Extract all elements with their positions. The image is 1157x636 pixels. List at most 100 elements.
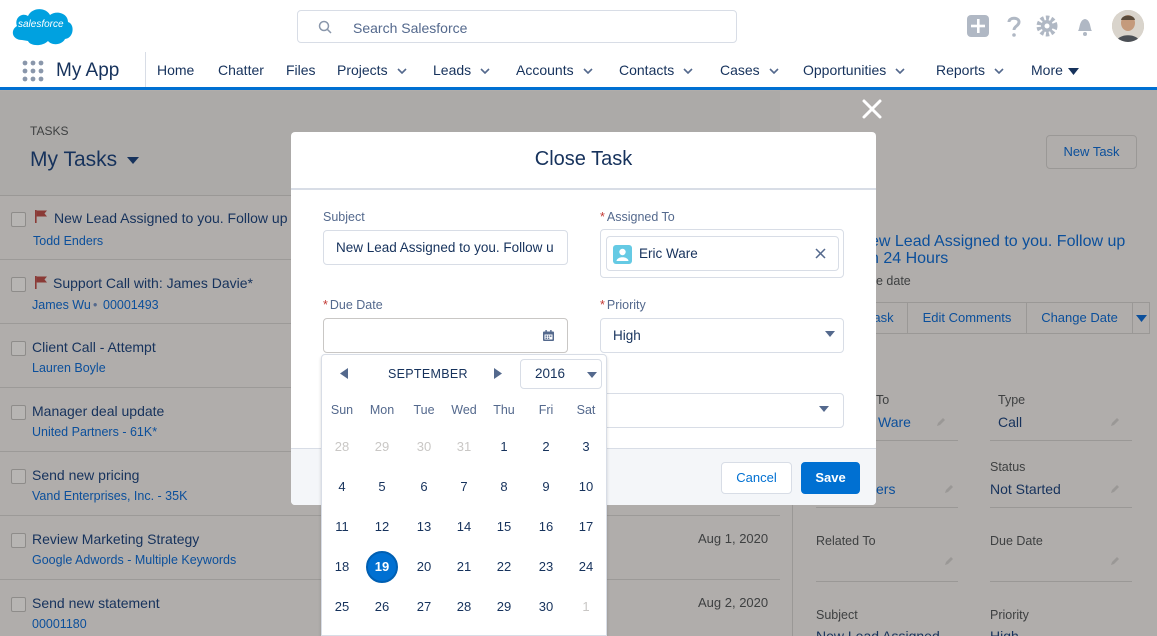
salesforce-logo[interactable]: salesforce — [8, 4, 76, 48]
task-checkbox[interactable] — [11, 597, 26, 612]
task-checkbox[interactable] — [11, 405, 26, 420]
calendar-day[interactable]: 28 — [444, 590, 484, 624]
calendar-day[interactable]: 29 — [484, 590, 524, 624]
calendar-day[interactable]: 29 — [362, 430, 402, 464]
task-related-link[interactable]: Vand Enterprises, Inc. - 35K — [32, 489, 187, 503]
previous-month-icon[interactable] — [340, 368, 348, 379]
task-checkbox[interactable] — [11, 341, 26, 356]
calendar-day[interactable]: 1 — [566, 590, 606, 624]
nav-item-cases[interactable]: Cases — [720, 62, 779, 78]
calendar-day[interactable]: 31 — [444, 430, 484, 464]
assigned-to-lookup[interactable]: Eric Ware — [600, 229, 844, 278]
nav-item-files[interactable]: Files — [286, 62, 316, 78]
calendar-day[interactable]: 2 — [526, 430, 566, 464]
calendar-day[interactable]: 6 — [404, 470, 444, 504]
calendar-day[interactable]: 5 — [362, 470, 402, 504]
nav-item-opportunities[interactable]: Opportunities — [803, 62, 905, 78]
calendar-day[interactable]: 26 — [362, 590, 402, 624]
chevron-down-icon[interactable] — [397, 68, 407, 75]
add-icon[interactable] — [966, 14, 990, 38]
setup-gear-icon[interactable] — [1035, 14, 1059, 38]
help-icon[interactable] — [1002, 14, 1026, 38]
calendar-day[interactable]: 11 — [322, 510, 362, 544]
task-related-link[interactable]: James Wu — [32, 298, 91, 312]
nav-item-home[interactable]: Home — [157, 62, 194, 78]
chevron-down-icon[interactable] — [994, 68, 1004, 75]
task-title[interactable]: Support Call with: James Davie* — [53, 275, 253, 291]
task-title[interactable]: Client Call - Attempt — [32, 339, 156, 355]
global-search-input[interactable]: Search Salesforce — [297, 10, 737, 43]
task-related-link[interactable]: United Partners - 61K* — [32, 425, 157, 439]
calendar-day[interactable]: 24 — [566, 550, 606, 584]
nav-item-leads[interactable]: Leads — [433, 62, 490, 78]
new-task-button[interactable]: New Task — [1046, 135, 1137, 169]
calendar-day[interactable]: 25 — [322, 590, 362, 624]
nav-item-accounts[interactable]: Accounts — [516, 62, 593, 78]
task-title[interactable]: Manager deal update — [32, 403, 164, 419]
calendar-day[interactable]: 16 — [526, 510, 566, 544]
task-related-link[interactable]: Google Adwords - Multiple Keywords — [32, 553, 236, 567]
notifications-bell-icon[interactable] — [1073, 14, 1097, 38]
chevron-down-icon[interactable] — [583, 68, 593, 75]
calendar-day[interactable]: 22 — [484, 550, 524, 584]
status-select[interactable] — [600, 393, 844, 428]
edit-pencil-icon[interactable] — [1110, 556, 1120, 566]
calendar-day[interactable]: 15 — [484, 510, 524, 544]
chevron-down-icon[interactable] — [895, 68, 905, 75]
nav-item-projects[interactable]: Projects — [337, 62, 407, 78]
task-checkbox[interactable] — [11, 533, 26, 548]
task-related-link[interactable]: 00001180 — [32, 617, 87, 631]
edit-pencil-icon[interactable] — [944, 484, 954, 494]
edit-comments-button[interactable]: Edit Comments — [907, 302, 1027, 334]
detail-assigned-value[interactable]: Ware — [878, 414, 911, 430]
chevron-down-icon[interactable] — [769, 68, 779, 75]
calendar-day[interactable]: 14 — [444, 510, 484, 544]
close-icon[interactable] — [860, 97, 884, 121]
task-title[interactable]: Review Marketing Strategy — [32, 531, 199, 547]
task-case-link[interactable]: 00001493 — [103, 298, 159, 312]
detail-name-value[interactable]: ers — [876, 481, 895, 497]
calendar-day[interactable]: 10 — [566, 470, 606, 504]
calendar-day[interactable]: 7 — [444, 470, 484, 504]
task-checkbox[interactable] — [11, 469, 26, 484]
chevron-down-icon[interactable] — [480, 68, 490, 75]
task-title[interactable]: Send new pricing — [32, 467, 139, 483]
task-title[interactable]: New Lead Assigned to you. Follow up w — [54, 210, 301, 226]
list-view-switcher[interactable]: My Tasks — [30, 148, 140, 172]
user-avatar[interactable] — [1112, 10, 1144, 42]
cancel-button[interactable]: Cancel — [721, 462, 792, 494]
assigned-user-pill[interactable]: Eric Ware — [606, 236, 839, 271]
calendar-day-selected[interactable]: 19 — [362, 550, 402, 584]
change-date-button[interactable]: Change Date — [1026, 302, 1133, 334]
calendar-day[interactable]: 1 — [484, 430, 524, 464]
subject-input[interactable]: New Lead Assigned to you. Follow u — [323, 230, 568, 265]
calendar-icon[interactable] — [543, 330, 554, 341]
edit-pencil-icon[interactable] — [944, 556, 954, 566]
calendar-day[interactable]: 21 — [444, 550, 484, 584]
task-checkbox[interactable] — [11, 277, 26, 292]
edit-pencil-icon[interactable] — [1110, 484, 1120, 494]
edit-pencil-icon[interactable] — [1110, 417, 1120, 427]
nav-item-reports[interactable]: Reports — [936, 62, 1004, 78]
calendar-day[interactable]: 17 — [566, 510, 606, 544]
nav-item-more[interactable]: More — [1031, 62, 1079, 78]
calendar-day[interactable]: 12 — [362, 510, 402, 544]
priority-select[interactable]: High — [600, 318, 844, 353]
nav-item-chatter[interactable]: Chatter — [218, 62, 264, 78]
chevron-down-icon[interactable] — [683, 68, 693, 75]
nav-item-contacts[interactable]: Contacts — [619, 62, 693, 78]
edit-pencil-icon[interactable] — [936, 417, 946, 427]
calendar-day[interactable]: 27 — [404, 590, 444, 624]
due-date-input[interactable] — [323, 318, 568, 353]
save-button[interactable]: Save — [801, 462, 860, 494]
year-select[interactable]: 2016 — [520, 359, 602, 389]
calendar-day[interactable]: 4 — [322, 470, 362, 504]
task-related-link[interactable]: Todd Enders — [33, 234, 103, 248]
calendar-day[interactable]: 28 — [322, 430, 362, 464]
calendar-day[interactable]: 30 — [526, 590, 566, 624]
task-related-link[interactable]: Lauren Boyle — [32, 361, 106, 375]
caret-down-icon[interactable] — [1067, 67, 1079, 75]
app-launcher-icon[interactable] — [22, 60, 44, 82]
more-actions-button[interactable] — [1132, 302, 1150, 334]
calendar-day[interactable]: 18 — [322, 550, 362, 584]
